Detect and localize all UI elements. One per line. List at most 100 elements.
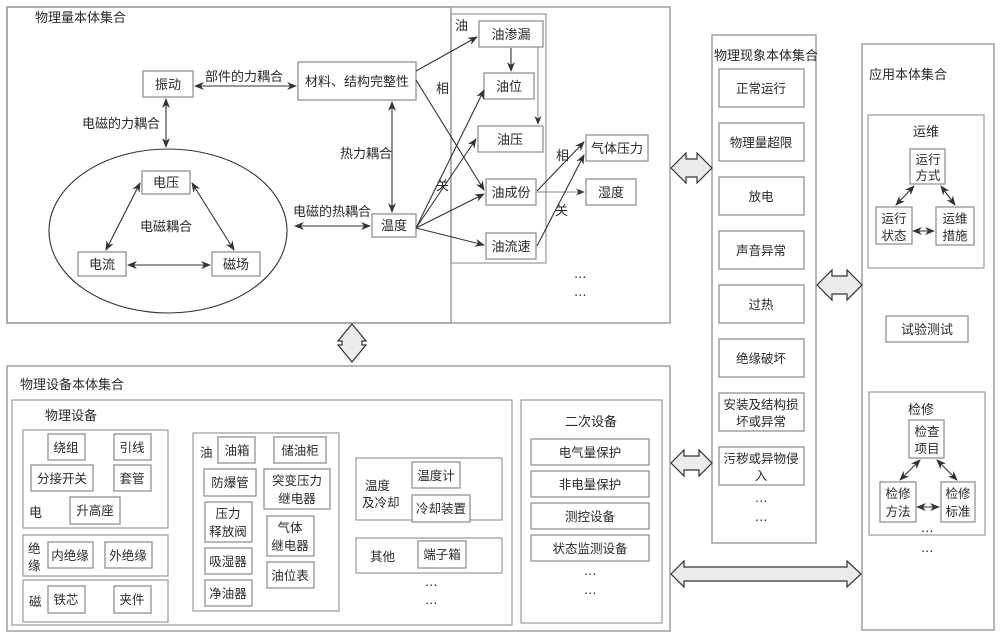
test-label: 试验测试 (901, 322, 953, 338)
label-related-1a: 相 (436, 82, 449, 97)
sudden-pressure-relay-l1: 突变压力 (272, 473, 322, 488)
pressure-relief-valve-l1: 压力 (215, 506, 240, 521)
phenomenon-item: 入 (755, 468, 768, 483)
double-arrow-equipment-application (670, 559, 862, 589)
label-related-2b: 关 (555, 204, 568, 219)
equipment-set: 物理设备本体集合 物理设备 电 绕组 引线 分接开关 套管 升高座 绝 缘 内绝… (6, 365, 671, 632)
phenomenon-ellipsis: … (755, 490, 768, 505)
ellipsis-2: … (574, 284, 587, 299)
oil-leak: 油渗漏 (491, 27, 530, 43)
application-set: 应用本体集合 运维 运行 方式 运行 状态 运维 措施 试验测试 检修 检查 项… (861, 43, 995, 631)
oil-level: 油位 (496, 80, 522, 95)
secondary-ellipsis: … (584, 582, 597, 597)
terminal-box: 端子箱 (423, 547, 461, 562)
tank: 油箱 (224, 443, 249, 458)
maint-method-l2: 方法 (885, 504, 910, 519)
node-temperature: 温度 (381, 218, 407, 234)
oil-pressure: 油压 (497, 133, 523, 148)
phenomenon-title: 物理现象本体集合 (714, 48, 818, 64)
node-current: 电流 (89, 258, 115, 273)
label-related-2a: 相 (556, 149, 569, 164)
node-voltage: 电压 (153, 176, 179, 191)
double-arrow-quantity-phenomenon (670, 151, 713, 185)
phenomenon-item: 污秽或异物侵 (723, 451, 798, 466)
thermometer: 温度计 (417, 468, 455, 483)
edge-ops-mode-measure (940, 185, 956, 206)
check-item-l2: 项目 (914, 441, 939, 456)
secondary-item: 测控设备 (565, 509, 616, 524)
physical-quantity-title: 物理量本体集合 (35, 10, 126, 26)
phenomenon-item: 过热 (748, 297, 774, 312)
ops-mode-l1: 运行 (915, 152, 940, 167)
winding: 绕组 (53, 440, 78, 455)
phenomenon-ellipsis: … (755, 509, 768, 524)
outer-insulation: 外绝缘 (109, 548, 147, 563)
oil-purifier: 净油器 (209, 586, 247, 601)
secondary-item: 状态监测设备 (552, 541, 628, 556)
equipment-title: 物理设备本体集合 (20, 377, 124, 393)
edge-temp-flow (415, 227, 485, 247)
gas-relay-l1: 气体 (277, 520, 303, 535)
breather: 吸湿器 (209, 554, 247, 569)
oil-composition: 油成份 (491, 186, 530, 201)
cooling-device: 冷却装置 (416, 501, 466, 516)
clamp: 夹件 (119, 592, 144, 607)
phenomenon-item: 正常运行 (736, 81, 786, 96)
phenomenon-item: 放电 (748, 189, 774, 204)
secondary-ellipsis: … (584, 563, 597, 578)
oil-flow: 油流速 (491, 240, 530, 255)
insulation-label-l2: 缘 (28, 558, 41, 573)
edge-temp-level (415, 89, 485, 229)
phenomenon-item: 物理量超限 (730, 135, 793, 150)
magnetic-label: 磁 (29, 594, 42, 609)
primary-ellipsis-2: … (425, 592, 438, 607)
application-ellipsis: … (921, 540, 934, 555)
phenomenon-item: 安装及结构损 (723, 397, 799, 412)
label-component-force: 部件的力耦合 (205, 69, 283, 85)
edge-material-composition (415, 79, 485, 191)
tap-changer: 分接开关 (37, 471, 87, 486)
label-em-thermal: 电磁的热耦合 (293, 204, 371, 220)
primary-ellipsis-1: … (425, 574, 438, 589)
node-material: 材料、结构完整性 (305, 75, 409, 90)
turret: 升高座 (76, 503, 114, 518)
maint-standard-l2: 标准 (945, 504, 970, 519)
application-title: 应用本体集合 (869, 67, 947, 83)
label-related-1b: 关 (436, 179, 449, 194)
oil-equipment-label: 油 (200, 445, 213, 460)
secondary-title: 二次设备 (565, 414, 617, 430)
pressure-relief-valve-l2: 释放阀 (209, 524, 247, 539)
label-em-coupling: 电磁耦合 (140, 220, 192, 235)
edge-check-standard (936, 459, 958, 481)
node-magnetic: 磁场 (223, 258, 249, 273)
double-arrow-phenomenon-application (816, 268, 863, 302)
conservator: 储油柜 (281, 443, 319, 458)
edge-check-method (899, 459, 921, 481)
oil-group-label: 油 (455, 19, 468, 34)
secondary-item: 非电量保护 (559, 477, 622, 492)
ops-measure-l1: 运维 (942, 211, 967, 226)
bushing: 套管 (119, 471, 144, 486)
maint-method-l1: 检修 (885, 486, 911, 501)
maintenance-ellipsis: … (921, 520, 934, 535)
lead: 引线 (119, 440, 145, 455)
ops-state-l2: 状态 (881, 228, 906, 243)
label-thermal-force: 热力耦合 (340, 147, 392, 162)
maintenance-title: 检修 (908, 403, 934, 418)
ops-measure-l2: 措施 (942, 228, 968, 243)
temp-cooling-label-l2: 及冷却 (362, 495, 400, 510)
ellipsis-1: … (574, 266, 587, 281)
secondary-item: 电气量保护 (559, 445, 622, 460)
label-em-force: 电磁的力耦合 (82, 116, 160, 132)
edge-voltage-current (105, 182, 141, 251)
phenomenon-set: 物理现象本体集合 正常运行物理量超限放电声音异常过热绝缘破坏安装及结构损坏或异常… (711, 34, 818, 544)
insulation-label-l1: 绝 (28, 541, 41, 556)
edge-ops-mode-state (895, 185, 915, 206)
gas-pressure: 气体压力 (591, 141, 643, 157)
temp-cooling-label-l1: 温度 (365, 478, 391, 493)
ops-state-l1: 运行 (881, 211, 906, 226)
edge-flow-gas (536, 154, 585, 247)
humidity: 湿度 (598, 185, 624, 201)
gas-relay-l2: 继电器 (271, 538, 309, 553)
oil-gauge: 油位表 (271, 568, 309, 583)
